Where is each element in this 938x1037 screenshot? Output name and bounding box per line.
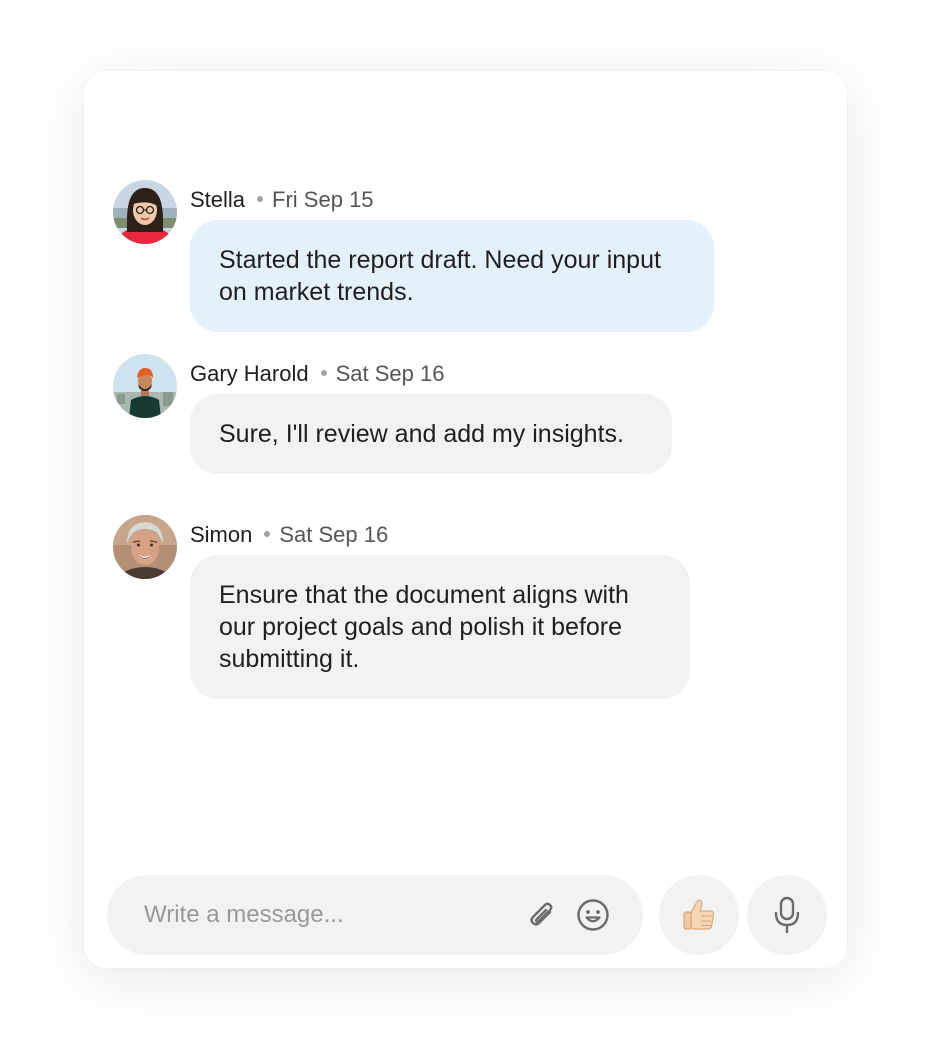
author-name[interactable]: Gary Harold: [190, 361, 309, 386]
author-name[interactable]: Simon: [190, 522, 252, 547]
message-item: Gary Harold Sat Sep 16 Sure, I'll review …: [113, 354, 813, 474]
message-bubble[interactable]: Started the report draft. Need your inpu…: [190, 220, 714, 332]
message-item: Simon Sat Sep 16 Ensure that the document…: [113, 515, 813, 699]
voice-message-button[interactable]: [747, 875, 827, 955]
paperclip-icon[interactable]: [522, 895, 562, 935]
separator-dot: [264, 531, 271, 538]
message-item: Stella Fri Sep 15 Started the report draf…: [113, 180, 813, 332]
avatar[interactable]: [113, 515, 177, 579]
chat-card: Stella Fri Sep 15 Started the report draf…: [84, 71, 847, 968]
thumbs-up-button[interactable]: [659, 875, 739, 955]
message-bubble[interactable]: Ensure that the document aligns with our…: [190, 555, 690, 699]
message-text: Sure, I'll review and add my insights.: [219, 420, 624, 448]
message-meta: Stella Fri Sep 15: [190, 186, 374, 214]
message-date: Sat Sep 16: [279, 522, 389, 547]
message-text: Started the report draft. Need your inpu…: [219, 246, 661, 306]
message-text: Ensure that the document aligns with our…: [219, 581, 629, 673]
avatar[interactable]: [113, 180, 177, 244]
message-meta: Gary Harold Sat Sep 16: [190, 360, 444, 388]
message-bubble[interactable]: Sure, I'll review and add my insights.: [190, 394, 672, 474]
smiley-icon[interactable]: [573, 895, 613, 935]
message-date: Fri Sep 15: [272, 187, 374, 212]
message-date: Sat Sep 16: [335, 361, 445, 386]
microphone-icon: [772, 895, 802, 935]
author-name[interactable]: Stella: [190, 187, 245, 212]
message-input[interactable]: [144, 897, 504, 933]
message-composer: [107, 875, 643, 955]
separator-dot: [320, 370, 327, 377]
message-meta: Simon Sat Sep 16: [190, 521, 388, 549]
avatar[interactable]: [113, 354, 177, 418]
separator-dot: [257, 196, 264, 203]
thumbs-up-icon: [680, 896, 718, 934]
